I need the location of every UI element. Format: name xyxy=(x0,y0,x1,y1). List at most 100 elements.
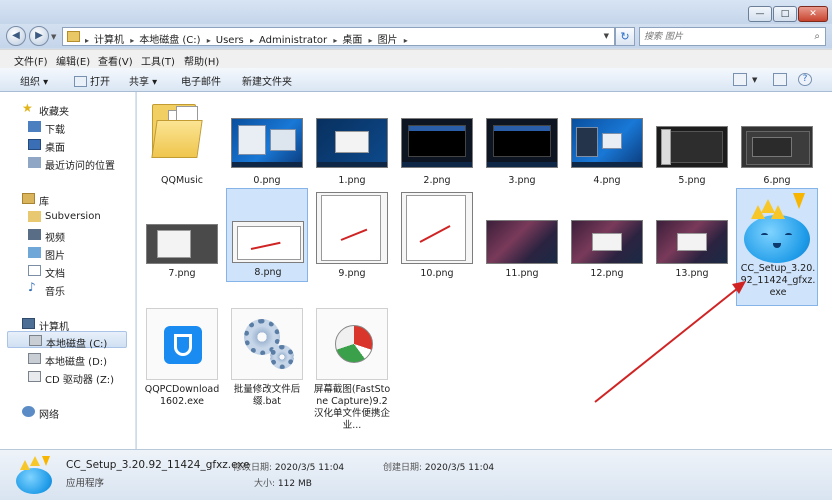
open-icon xyxy=(74,76,87,87)
menu-file[interactable]: 文件(F) xyxy=(14,53,48,68)
image-thumbnail xyxy=(232,221,304,263)
image-thumbnail xyxy=(486,220,558,264)
file-list: QQMusic 0.png 1.png 2.png 3.png 4.png 5.… xyxy=(137,92,832,449)
file-label: 10.png xyxy=(420,268,454,279)
file-tile-qqmusic[interactable]: QQMusic xyxy=(143,96,221,188)
subversion-folder-icon xyxy=(28,211,41,222)
cd-drive-icon xyxy=(28,371,41,382)
pictures-icon xyxy=(28,247,41,258)
created-date-label: 创建日期: xyxy=(383,463,423,473)
help-icon[interactable]: ? xyxy=(798,73,812,86)
menu-view[interactable]: 查看(V) xyxy=(98,53,133,68)
change-view-icon[interactable] xyxy=(733,73,747,86)
share-button[interactable]: 共享 ▾ xyxy=(129,73,157,88)
breadcrumb-administrator[interactable]: Administrator xyxy=(259,35,327,46)
breadcrumb-separator[interactable]: ▸ xyxy=(207,36,211,45)
file-tile-4[interactable]: 4.png xyxy=(568,96,646,188)
nav-drive-c[interactable]: 本地磁盘 (C:) xyxy=(7,331,127,350)
image-thumbnail xyxy=(741,126,813,168)
breadcrumb-desktop[interactable]: 桌面 xyxy=(342,35,362,46)
created-date-value: 2020/3/5 11:04 xyxy=(424,463,495,473)
email-button[interactable]: 电子邮件 xyxy=(181,73,221,88)
maximize-button[interactable]: □ xyxy=(773,6,797,22)
cc-setup-icon xyxy=(741,193,813,263)
search-icon[interactable]: ⌕ xyxy=(814,31,820,42)
star-icon: ★ xyxy=(22,101,33,115)
nav-music-label: 音乐 xyxy=(45,287,65,298)
file-tile-1[interactable]: 1.png xyxy=(313,96,391,188)
breadcrumb-separator[interactable]: ▸ xyxy=(85,36,89,45)
file-tile-8[interactable]: 8.png xyxy=(226,188,308,282)
file-tile-cc-setup[interactable]: CC_Setup_3.20.92_11424_gfxz.exe xyxy=(736,188,818,306)
breadcrumb-users[interactable]: Users xyxy=(216,35,244,46)
breadcrumb-computer[interactable]: 计算机 xyxy=(94,35,124,46)
file-size-value: 112 MB xyxy=(277,479,312,489)
image-thumbnail xyxy=(656,220,728,264)
menu-bar: 文件(F) 编辑(E) 查看(V) 工具(T) 帮助(H) xyxy=(0,49,832,68)
downloads-folder-icon xyxy=(28,121,41,132)
file-tile-11[interactable]: 11.png xyxy=(483,188,561,282)
file-tile-9[interactable]: 9.png xyxy=(313,188,391,282)
desktop-icon xyxy=(28,139,41,150)
breadcrumb-separator[interactable]: ▸ xyxy=(369,36,373,45)
file-tile-13[interactable]: 13.png xyxy=(653,188,731,282)
forward-button[interactable]: ▶ xyxy=(29,26,49,46)
file-label: CC_Setup_3.20.92_11424_gfxz.exe xyxy=(740,263,816,298)
file-tile-0[interactable]: 0.png xyxy=(228,96,306,188)
file-label: QQPCDownload1602.exe xyxy=(144,384,220,407)
breadcrumb-separator[interactable]: ▸ xyxy=(130,36,134,45)
back-button[interactable]: ◀ xyxy=(6,26,26,46)
breadcrumb-separator[interactable]: ▸ xyxy=(250,36,254,45)
menu-edit[interactable]: 编辑(E) xyxy=(56,53,90,68)
folder-icon xyxy=(146,96,218,158)
nav-drive-c-label: 本地磁盘 (C:) xyxy=(46,339,108,350)
nav-subversion-label: Subversion xyxy=(45,211,101,222)
minimize-button[interactable]: — xyxy=(748,6,772,22)
organize-button[interactable]: 组织 ▾ xyxy=(20,73,48,88)
new-folder-button[interactable]: 新建文件夹 xyxy=(242,73,292,88)
file-tile-12[interactable]: 12.png xyxy=(568,188,646,282)
file-label: 8.png xyxy=(254,267,282,278)
file-label: 屏幕截图(FastStone Capture)9.2汉化单文件便携企业... xyxy=(313,384,391,431)
breadcrumb-drive-c[interactable]: 本地磁盘 (C:) xyxy=(139,35,200,46)
nav-downloads-label: 下载 xyxy=(45,125,65,136)
selected-file-name: CC_Setup_3.20.92_11424_gfxz.exe xyxy=(66,459,250,471)
open-button[interactable]: 打开 xyxy=(74,73,110,88)
breadcrumb-pictures[interactable]: 图片 xyxy=(378,35,398,46)
qqpc-app-icon xyxy=(146,308,218,380)
breadcrumb: ▸ 计算机 ▸ 本地磁盘 (C:) ▸ Users ▸ Administrator ▸ 桌… xyxy=(85,31,413,46)
address-bar[interactable]: ▸ 计算机 ▸ 本地磁盘 (C:) ▸ Users ▸ Administrator ▸ 桌… xyxy=(62,27,615,46)
file-label: 0.png xyxy=(253,175,281,186)
created-date: 创建日期: 2020/3/5 11:04 xyxy=(383,460,494,473)
modified-date-label: 修改日期: xyxy=(233,463,273,473)
menu-help[interactable]: 帮助(H) xyxy=(184,53,219,68)
file-tile-6[interactable]: 6.png xyxy=(738,96,816,188)
selected-file-icon xyxy=(14,456,54,496)
menu-tools[interactable]: 工具(T) xyxy=(141,53,175,68)
file-tile-10[interactable]: 10.png xyxy=(398,188,476,282)
file-tile-2[interactable]: 2.png xyxy=(398,96,476,188)
file-label: 12.png xyxy=(590,268,624,279)
nav-desktop-label: 桌面 xyxy=(45,143,65,154)
file-size: 大小: 112 MB xyxy=(254,476,312,489)
file-tile-qqpc[interactable]: QQPCDownload1602.exe xyxy=(143,308,221,412)
file-label: QQMusic xyxy=(161,175,203,186)
nav-pictures-label: 图片 xyxy=(45,251,65,262)
recent-pages-dropdown[interactable]: ▼ xyxy=(51,33,56,41)
file-tile-7[interactable]: 7.png xyxy=(143,188,221,282)
file-label: 3.png xyxy=(508,175,536,186)
file-tile-5[interactable]: 5.png xyxy=(653,96,731,188)
view-options-dropdown[interactable]: ▼ xyxy=(752,76,757,84)
address-row: ◀ ▶ ▼ ▸ 计算机 ▸ 本地磁盘 (C:) ▸ Users ▸ Administra… xyxy=(0,24,832,48)
close-button[interactable]: ✕ xyxy=(798,6,828,22)
breadcrumb-separator[interactable]: ▸ xyxy=(333,36,337,45)
search-input[interactable] xyxy=(644,30,799,43)
file-tile-batch[interactable]: 批量修改文件后缀.bat xyxy=(228,308,306,412)
preview-pane-icon[interactable] xyxy=(773,73,787,86)
nav-cd-drive-label: CD 驱动器 (Z:) xyxy=(45,375,115,386)
file-tile-faststone[interactable]: 屏幕截图(FastStone Capture)9.2汉化单文件便携企业... xyxy=(313,308,391,436)
address-dropdown-icon[interactable]: ▼ xyxy=(604,32,609,40)
refresh-button[interactable]: ↻ xyxy=(615,27,635,46)
file-tile-3[interactable]: 3.png xyxy=(483,96,561,188)
breadcrumb-separator[interactable]: ▸ xyxy=(404,36,408,45)
